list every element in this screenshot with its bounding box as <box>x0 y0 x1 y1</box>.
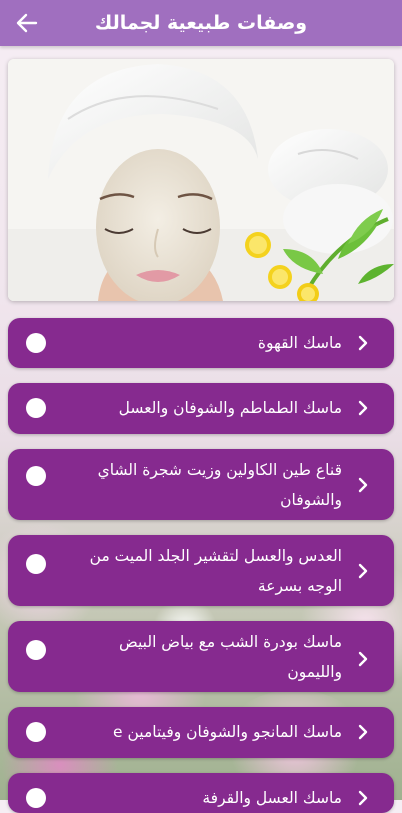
radio-button[interactable] <box>26 466 46 486</box>
recipe-label: ماسك بودرة الشب مع بياض البيض والليمون <box>119 633 342 681</box>
radio-button[interactable] <box>26 640 46 660</box>
recipe-item[interactable]: ماسك بودرة الشب مع بياض البيض والليمون <box>8 621 394 692</box>
recipe-label: ماسك المانجو والشوفان وفيتامين e <box>113 723 342 741</box>
chevron-right-icon <box>358 563 368 579</box>
recipe-item[interactable]: ماسك العسل والقرفة <box>8 773 394 813</box>
hero-image <box>8 59 394 301</box>
chevron-right-icon <box>358 400 368 416</box>
arrow-back-icon <box>16 13 38 33</box>
chevron-right-icon <box>358 335 368 351</box>
back-button[interactable] <box>10 8 44 38</box>
radio-button[interactable] <box>26 554 46 574</box>
radio-button[interactable] <box>26 722 46 742</box>
recipe-label: قناع طين الكاولين وزيت شجرة الشاي والشوف… <box>97 461 342 509</box>
chevron-right-icon <box>358 790 368 806</box>
app-bar: وصفات طبيعية لجمالك <box>0 0 402 46</box>
recipe-item[interactable]: ماسك القهوة <box>8 318 394 368</box>
radio-button[interactable] <box>26 333 46 353</box>
radio-button[interactable] <box>26 788 46 808</box>
radio-button[interactable] <box>26 398 46 418</box>
chevron-right-icon <box>358 651 368 667</box>
recipe-label: ماسك الطماطم والشوفان والعسل <box>118 399 342 417</box>
chevron-right-icon <box>358 724 368 740</box>
recipe-label: ماسك العسل والقرفة <box>202 789 342 807</box>
page-title: وصفات طبيعية لجمالك <box>94 12 308 34</box>
recipe-item[interactable]: ماسك المانجو والشوفان وفيتامين e <box>8 707 394 758</box>
chevron-right-icon <box>358 477 368 493</box>
recipe-item[interactable]: العدس والعسل لتقشير الجلد الميت من الوجه… <box>8 535 394 606</box>
recipe-label: العدس والعسل لتقشير الجلد الميت من الوجه… <box>89 547 342 595</box>
recipe-item[interactable]: قناع طين الكاولين وزيت شجرة الشاي والشوف… <box>8 449 394 520</box>
recipe-item[interactable]: ماسك الطماطم والشوفان والعسل <box>8 383 394 434</box>
recipe-label: ماسك القهوة <box>257 334 342 352</box>
